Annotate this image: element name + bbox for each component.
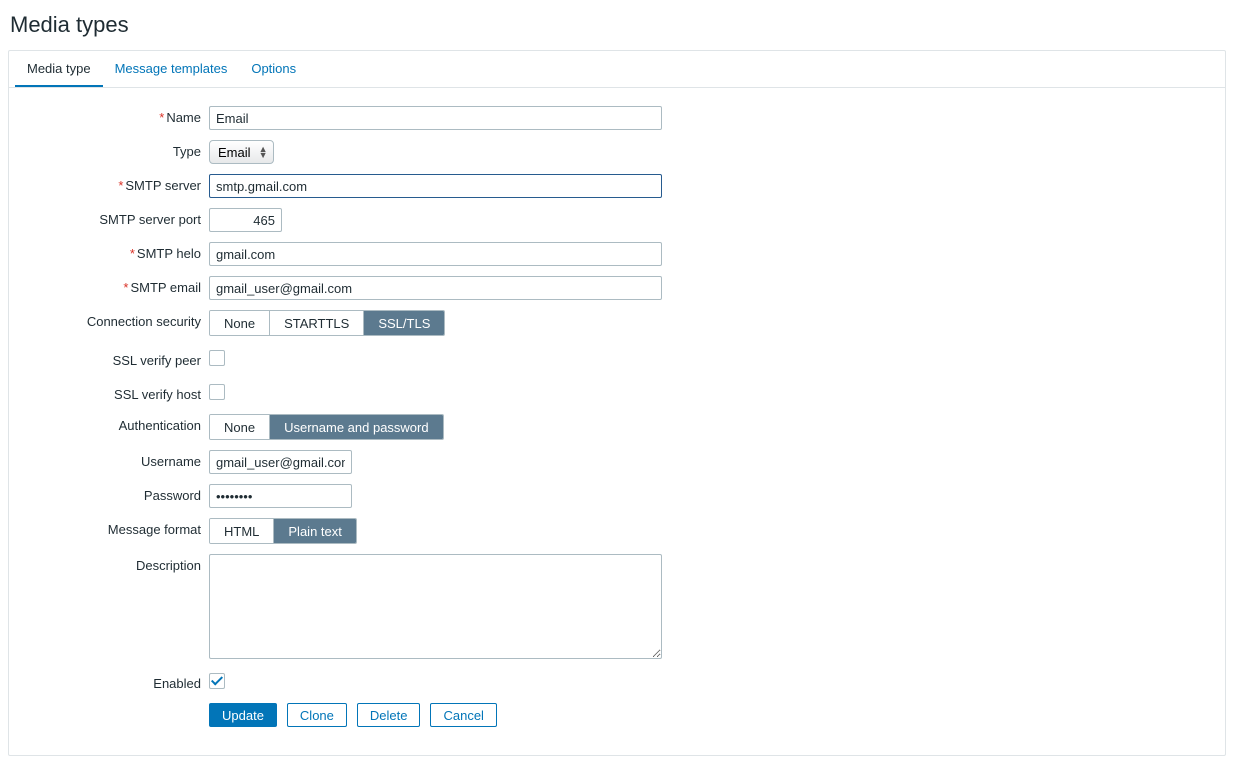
ssl-verify-host-checkbox[interactable]: [209, 384, 225, 400]
auth-none[interactable]: None: [210, 415, 270, 439]
tabs: Media type Message templates Options: [9, 51, 1225, 88]
label-type: Type: [9, 140, 209, 159]
type-select[interactable]: Email: [209, 140, 274, 164]
label-smtp-server: *SMTP server: [9, 174, 209, 193]
msgfmt-plain[interactable]: Plain text: [274, 519, 355, 543]
label-ssl-verify-peer: SSL verify peer: [9, 349, 209, 368]
username-input[interactable]: [209, 450, 352, 474]
label-ssl-verify-host: SSL verify host: [9, 383, 209, 402]
media-type-form: *Name Type Email ▲▼ *SMTP server: [9, 88, 1225, 755]
conn-security-none[interactable]: None: [210, 311, 270, 335]
page-title: Media types: [8, 8, 1226, 50]
auth-userpass[interactable]: Username and password: [270, 415, 443, 439]
authentication-segment: None Username and password: [209, 414, 444, 440]
form-panel: Media type Message templates Options *Na…: [8, 50, 1226, 756]
cancel-button[interactable]: Cancel: [430, 703, 496, 727]
msgfmt-html[interactable]: HTML: [210, 519, 274, 543]
label-username: Username: [9, 450, 209, 469]
label-name: *Name: [9, 106, 209, 125]
message-format-segment: HTML Plain text: [209, 518, 357, 544]
label-smtp-helo: *SMTP helo: [9, 242, 209, 261]
label-smtp-port: SMTP server port: [9, 208, 209, 227]
label-conn-security: Connection security: [9, 310, 209, 329]
password-input[interactable]: [209, 484, 352, 508]
label-enabled: Enabled: [9, 672, 209, 691]
clone-button[interactable]: Clone: [287, 703, 347, 727]
conn-security-ssltls[interactable]: SSL/TLS: [364, 311, 444, 335]
description-textarea[interactable]: [209, 554, 662, 659]
label-authentication: Authentication: [9, 414, 209, 433]
tab-message-templates[interactable]: Message templates: [103, 51, 240, 87]
label-smtp-email: *SMTP email: [9, 276, 209, 295]
conn-security-segment: None STARTTLS SSL/TLS: [209, 310, 445, 336]
label-password: Password: [9, 484, 209, 503]
ssl-verify-peer-checkbox[interactable]: [209, 350, 225, 366]
label-message-format: Message format: [9, 518, 209, 537]
tab-options[interactable]: Options: [239, 51, 308, 87]
label-description: Description: [9, 554, 209, 573]
conn-security-starttls[interactable]: STARTTLS: [270, 311, 364, 335]
delete-button[interactable]: Delete: [357, 703, 421, 727]
enabled-checkbox[interactable]: [209, 673, 225, 689]
smtp-server-input[interactable]: [209, 174, 662, 198]
update-button[interactable]: Update: [209, 703, 277, 727]
smtp-helo-input[interactable]: [209, 242, 662, 266]
tab-media-type[interactable]: Media type: [15, 51, 103, 87]
smtp-email-input[interactable]: [209, 276, 662, 300]
name-input[interactable]: [209, 106, 662, 130]
smtp-port-input[interactable]: [209, 208, 282, 232]
